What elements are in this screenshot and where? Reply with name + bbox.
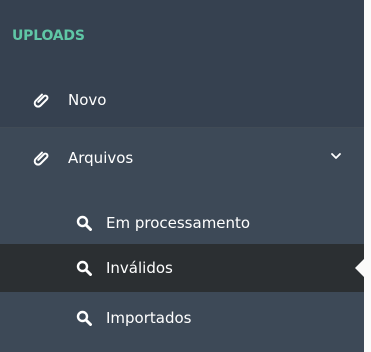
section-title-uploads: UPLOADS	[12, 28, 85, 44]
submenu-item-em-processamento[interactable]: Em processamento	[0, 199, 364, 247]
submenu-item-invalidos[interactable]: Inválidos	[0, 244, 371, 292]
sidebar-item-label: Novo	[68, 91, 107, 109]
sidebar-item-label: Arquivos	[68, 148, 134, 167]
sidebar-item-novo[interactable]: Novo	[0, 73, 364, 127]
sidebar: UPLOADS Novo Arquivos Em processamento I…	[0, 0, 371, 352]
search-icon	[76, 310, 92, 326]
search-icon	[76, 215, 92, 231]
chevron-down-icon[interactable]	[330, 150, 342, 162]
sidebar-item-arquivos[interactable]: Arquivos	[0, 128, 364, 187]
search-icon	[76, 260, 92, 276]
submenu-item-label: Inválidos	[106, 259, 173, 277]
active-indicator-arrow	[355, 252, 371, 284]
submenu-item-importados[interactable]: Importados	[0, 294, 364, 342]
submenu-arquivos: Em processamento Inválidos Importados	[0, 187, 371, 352]
paperclip-icon	[33, 151, 49, 166]
submenu-item-label: Em processamento	[106, 214, 251, 232]
paperclip-icon	[33, 93, 49, 108]
submenu-item-label: Importados	[106, 309, 192, 327]
